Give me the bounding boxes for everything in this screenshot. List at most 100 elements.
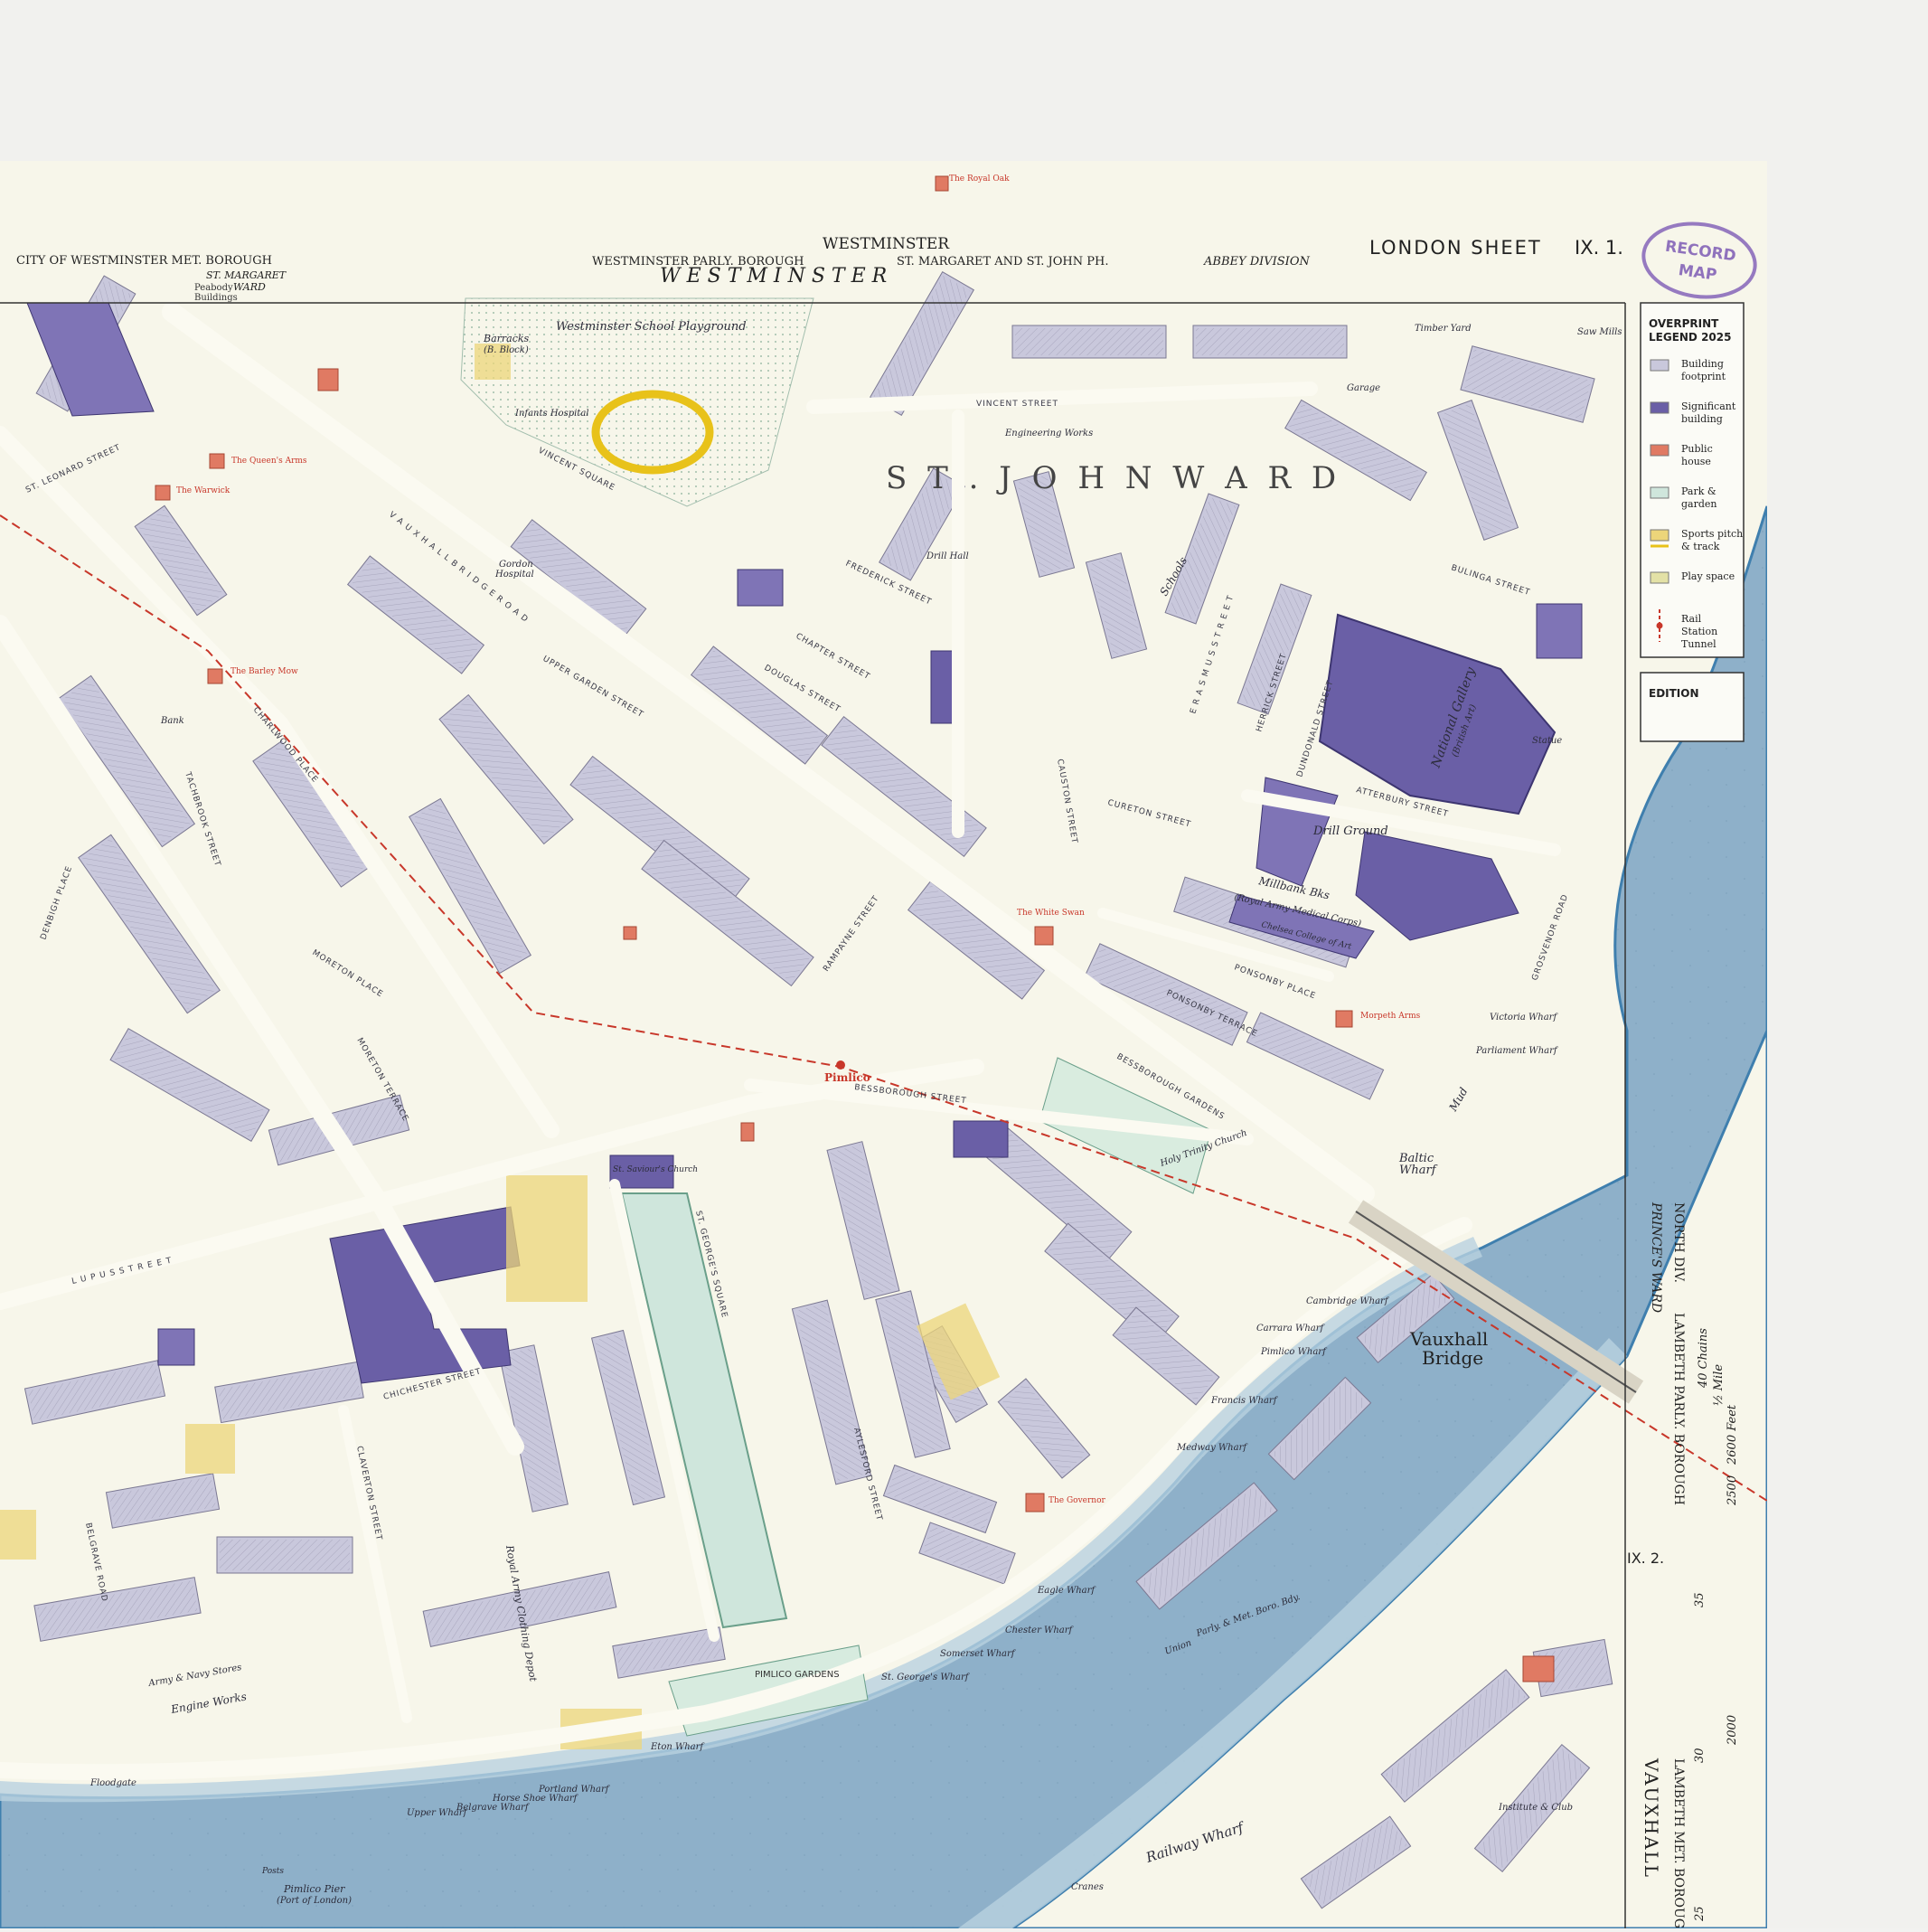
map-sheet: [0, 161, 1767, 1928]
label-timber-yard: Timber Yard: [1415, 324, 1472, 334]
legend-item-label: & track: [1681, 541, 1720, 552]
lambeth-parly-label: LAMBETH PARLY. BOROUGH: [1671, 1313, 1686, 1505]
legend-item-label: Rail: [1681, 613, 1702, 625]
label-belgrave: Belgrave Wharf: [456, 1803, 531, 1813]
pub-south-bank[interactable]: [1522, 1655, 1555, 1682]
label-eagle: Eagle Wharf: [1037, 1586, 1096, 1596]
pub-queens-arms[interactable]: [209, 453, 225, 469]
overprint-legend: OVERPRINT LEGEND 2025 Buildingfootprint S…: [1640, 302, 1745, 742]
ward-heading: WARD: [233, 281, 266, 293]
pub-royal-oak[interactable]: [935, 175, 949, 192]
building-hatching: [220, 1540, 350, 1570]
label-queens-arms: The Queen's Arms: [231, 457, 307, 466]
legend-swatch: [1650, 486, 1669, 499]
scale-25: 25: [1693, 1906, 1707, 1922]
borough-heading: CITY OF WESTMINSTER MET. BOROUGH: [16, 254, 272, 268]
label-institute: Institute & Club: [1498, 1803, 1573, 1813]
label-playground: Westminster School Playground: [556, 320, 747, 334]
label-floodgate: Floodgate: [89, 1778, 136, 1788]
pimlico-station-marker[interactable]: [836, 1060, 845, 1070]
building-hatching: [1015, 328, 1163, 355]
play-space-5[interactable]: [0, 1510, 36, 1560]
label-baltic2: Wharf: [1399, 1164, 1438, 1177]
label-drill-ground: Drill Ground: [1312, 825, 1388, 838]
label-eton: Eton Wharf: [650, 1742, 705, 1752]
label-infants: Infants Hospital: [514, 409, 588, 419]
label-barracks-b: (B. Block): [484, 345, 529, 355]
sheet-title: LONDON SHEET: [1369, 237, 1542, 259]
building-hatching: [1196, 328, 1344, 355]
significant-building-sw2[interactable]: [157, 1328, 195, 1366]
play-space-1[interactable]: [506, 1175, 588, 1302]
scale-2000: 2000: [1726, 1715, 1739, 1746]
label-gordon: Gordon: [499, 560, 533, 570]
lambeth-met-label: LAMBETH MET. BOROUGH: [1671, 1758, 1686, 1928]
label-vauxhall-bridge2: Bridge: [1422, 1347, 1483, 1369]
edition-box: [1640, 672, 1745, 742]
label-garage: Garage: [1347, 383, 1380, 393]
division-heading: ABBEY DIVISION: [1203, 255, 1310, 269]
label-barley-mow: The Barley Mow: [230, 667, 298, 676]
significant-building-e[interactable]: [1536, 603, 1583, 659]
legend-swatch-dot: [1656, 622, 1663, 629]
play-space-4[interactable]: [185, 1424, 235, 1474]
label-statue: Statue: [1532, 736, 1562, 746]
parish-heading: ST. MARGARET: [206, 269, 287, 281]
legend-title-2: LEGEND 2025: [1649, 331, 1731, 344]
scale-feet: 2600 Feet: [1726, 1404, 1739, 1465]
westminster-small: WESTMINSTER: [823, 235, 950, 253]
map-canvas[interactable]: CITY OF WESTMINSTER MET. BOROUGH ST. MAR…: [0, 0, 1928, 1932]
label-somerset: Somerset Wharf: [940, 1649, 1017, 1659]
princes-ward-label: PRINCE'S WARD: [1649, 1202, 1663, 1313]
peabody-label: Peabody: [194, 283, 233, 293]
legend-item-label: Park &: [1681, 485, 1716, 497]
significant-building-n[interactable]: [737, 569, 784, 607]
pub-warwick[interactable]: [155, 485, 171, 501]
label-carrara: Carrara Wharf: [1256, 1324, 1326, 1334]
label-engineering: Engineering Works: [1004, 429, 1093, 438]
pub-nw[interactable]: [317, 368, 339, 391]
label-bank: Bank: [160, 716, 184, 726]
legend-item-label: Significant: [1681, 401, 1736, 412]
label-pimlico-gardens: PIMLICO GARDENS: [755, 1670, 840, 1680]
label-victoria-wharf: Victoria Wharf: [1490, 1013, 1558, 1023]
pub-morpeth-arms[interactable]: [1335, 1010, 1353, 1028]
scale-2500: 2500: [1726, 1475, 1739, 1506]
sheet-number: IX. 1.: [1575, 237, 1623, 259]
legend-item-label: garden: [1681, 498, 1717, 510]
legend-item-label: Tunnel: [1681, 638, 1716, 650]
label-port-of-london: (Port of London): [277, 1896, 352, 1906]
legend-swatch: [1650, 444, 1669, 457]
significant-building-s[interactable]: [953, 1120, 1009, 1158]
label-pimlico-wharf: Pimlico Wharf: [1260, 1347, 1328, 1357]
label-st-georges-wharf: St. George's Wharf: [881, 1673, 971, 1682]
scale-chains: 40 Chains: [1697, 1328, 1710, 1389]
legend-item: Play space: [1650, 570, 1735, 584]
pub-governor[interactable]: [1025, 1493, 1045, 1513]
label-saw-mills: Saw Mills: [1577, 327, 1622, 337]
label-cranes: Cranes: [1071, 1882, 1104, 1892]
label-parliament-wharf: Parliament Wharf: [1475, 1046, 1559, 1056]
label-drill-hall: Drill Hall: [926, 551, 969, 561]
label-chester: Chester Wharf: [1005, 1626, 1074, 1635]
label-posts: Posts: [261, 1867, 284, 1876]
vauxhall-margin-label: VAUXHALL: [1641, 1758, 1662, 1879]
legend-item-label: Play space: [1681, 570, 1735, 582]
legend-swatch: [1650, 529, 1669, 542]
pub-white-swan[interactable]: [1034, 926, 1054, 946]
pub-bessborough[interactable]: [623, 926, 637, 940]
legend-swatch: [1650, 359, 1669, 372]
label-francis: Francis Wharf: [1210, 1396, 1279, 1406]
edition-label: EDITION: [1649, 687, 1699, 700]
legend-swatch: [1650, 571, 1669, 584]
pub-lupus[interactable]: [740, 1122, 755, 1142]
st-john-ward-label: S T . J O H N W A R D: [886, 460, 1341, 496]
pub-barley-mow[interactable]: [207, 668, 223, 684]
north-div-label: NORTH DIV.: [1671, 1202, 1686, 1283]
parish-full-heading: ST. MARGARET AND ST. JOHN PH.: [897, 255, 1108, 269]
label-medway: Medway Wharf: [1176, 1443, 1248, 1453]
label-barracks: Barracks: [483, 333, 530, 344]
legend-item-label: Sports pitch: [1681, 528, 1743, 540]
scale-30: 30: [1693, 1748, 1707, 1763]
legend-box: [1640, 302, 1745, 658]
